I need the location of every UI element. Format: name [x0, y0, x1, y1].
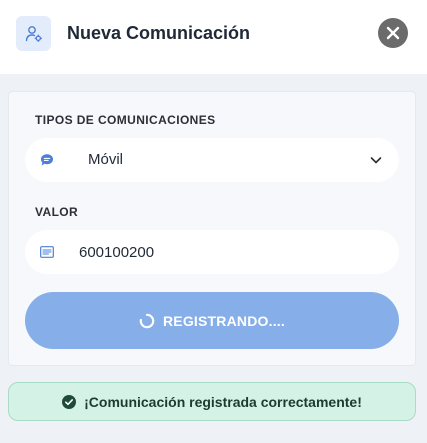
register-button[interactable]: REGISTRANDO....: [25, 292, 399, 349]
success-toast: ¡Comunicación registrada correctamente!: [8, 382, 416, 421]
close-button[interactable]: [378, 18, 408, 48]
modal-header: Nueva Comunicación: [0, 0, 427, 74]
check-circle-icon: [62, 394, 77, 409]
chat-bubble-icon: [41, 154, 53, 166]
communication-type-select[interactable]: Móvil: [25, 138, 399, 182]
user-settings-icon: [16, 16, 51, 51]
value-field[interactable]: [25, 230, 399, 274]
communication-type-label: TIPOS DE COMUNICACIONES: [35, 113, 216, 127]
value-label: VALOR: [35, 205, 79, 219]
value-input[interactable]: [79, 240, 379, 264]
text-lines-icon: [40, 246, 54, 258]
success-message: ¡Comunicación registrada correctamente!: [84, 393, 362, 410]
communication-type-value: Móvil: [88, 151, 124, 168]
loading-spinner-icon: [139, 313, 155, 328]
modal-title: Nueva Comunicación: [67, 23, 251, 43]
close-icon: [386, 26, 400, 40]
register-button-label: REGISTRANDO....: [162, 312, 285, 329]
chevron-down-icon: [370, 157, 382, 164]
